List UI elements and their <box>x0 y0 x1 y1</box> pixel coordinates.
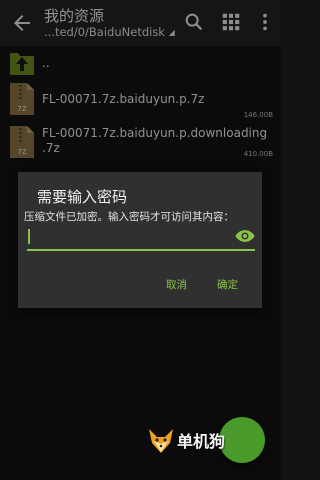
watermark-logo: 单机狗 <box>146 425 246 455</box>
input-underline <box>27 249 255 251</box>
password-dialog: 需要输入密码 压缩文件已加密。输入密码才可访问其内容： 取消 确定 <box>18 172 262 308</box>
eye-icon[interactable] <box>235 228 255 244</box>
ok-button[interactable]: 确定 <box>217 277 238 292</box>
password-field <box>27 224 255 251</box>
text-cursor <box>28 229 30 244</box>
watermark-text: 单机狗 <box>177 432 226 451</box>
password-input[interactable] <box>27 224 229 248</box>
dialog-message: 压缩文件已加密。输入密码才可访问其内容： <box>24 211 234 223</box>
cancel-button[interactable]: 取消 <box>166 277 187 292</box>
fox-mascot-icon <box>149 429 173 453</box>
dialog-title: 需要输入密码 <box>37 188 128 206</box>
